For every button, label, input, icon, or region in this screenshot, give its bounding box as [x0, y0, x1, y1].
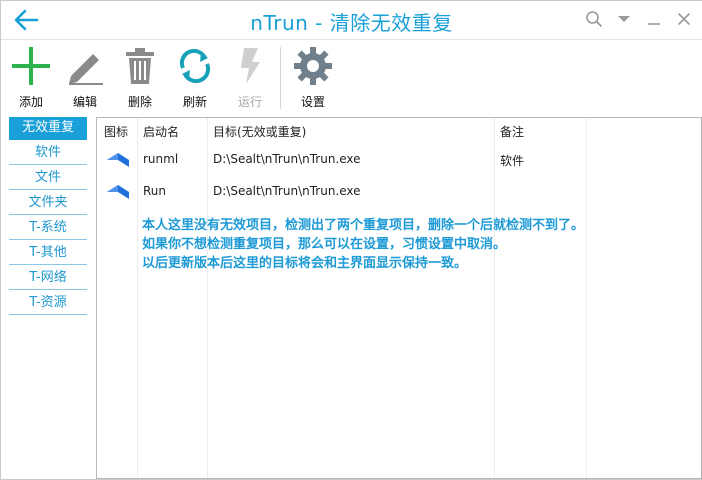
- note-line-3: 以后更新版本后这里的目标将会和主界面显示保持一致。: [142, 256, 468, 271]
- lightning-icon: [241, 48, 260, 84]
- title-bar: nTrun - 清除无效重复: [1, 1, 702, 39]
- close-button[interactable]: [674, 9, 694, 29]
- row-target: D:\Sealt\nTrun\nTrun.exe: [213, 152, 361, 166]
- column-header-icon[interactable]: 图标: [104, 123, 128, 140]
- app-launcher-icon: [107, 185, 129, 199]
- title-bar-controls: [584, 9, 694, 29]
- table-row[interactable]: runml D:\Sealt\nTrun\nTrun.exe 软件: [97, 144, 701, 176]
- close-icon: [678, 13, 690, 25]
- run-button[interactable]: 运行: [222, 43, 278, 113]
- sidebar-item-t-resources[interactable]: T-资源: [9, 292, 87, 315]
- sidebar-item-t-network[interactable]: T-网络: [9, 267, 87, 290]
- gear-icon: [294, 47, 332, 85]
- add-label: 添加: [18, 95, 43, 109]
- minimize-button[interactable]: [644, 9, 664, 29]
- edit-button[interactable]: 编辑: [57, 43, 113, 113]
- category-sidebar: 无效重复 软件 文件 文件夹 T-系统 T-其他 T-网络 T-资源: [9, 117, 87, 317]
- dropdown-icon: [618, 16, 630, 22]
- app-launcher-icon: [107, 153, 129, 167]
- menu-dropdown-button[interactable]: [614, 9, 634, 29]
- row-target: D:\Sealt\nTrun\nTrun.exe: [213, 184, 361, 198]
- sidebar-item-invalid-duplicates[interactable]: 无效重复: [9, 117, 87, 140]
- refresh-icon: [179, 48, 211, 84]
- column-header-target[interactable]: 目标(无效或重复): [213, 123, 306, 140]
- table-header: 图标 启动名 目标(无效或重复) 备注: [97, 118, 701, 142]
- trash-icon: [126, 48, 154, 84]
- row-note: 软件: [500, 154, 525, 168]
- delete-label: 删除: [127, 95, 152, 109]
- minimize-icon: [648, 23, 660, 25]
- column-header-note[interactable]: 备注: [500, 123, 524, 140]
- info-note: 本人这里没有无效项目，检测出了两个重复项目，删除一个后就检测不到了。 如果你不想…: [142, 216, 584, 273]
- edit-label: 编辑: [72, 95, 97, 109]
- note-line-1: 本人这里没有无效项目，检测出了两个重复项目，删除一个后就检测不到了。: [142, 218, 585, 233]
- run-label: 运行: [237, 95, 262, 109]
- title-divider: [1, 39, 702, 40]
- toolbar: 添加 编辑 删除 刷新 运行 设置: [1, 43, 702, 113]
- items-table: 图标 启动名 目标(无效或重复) 备注 runml D:\Sealt\nTrun…: [96, 117, 702, 479]
- sidebar-item-t-other[interactable]: T-其他: [9, 242, 87, 265]
- app-window: nTrun - 清除无效重复 添加 编辑 删除 刷新 运行 设置 无效重复 软件…: [0, 0, 702, 480]
- row-name: runml: [143, 152, 179, 166]
- sidebar-item-folders[interactable]: 文件夹: [9, 192, 87, 215]
- settings-label: 设置: [300, 95, 325, 109]
- sidebar-item-files[interactable]: 文件: [9, 167, 87, 190]
- column-header-name[interactable]: 启动名: [143, 123, 179, 140]
- pencil-icon: [69, 54, 103, 85]
- toolbar-separator: [280, 47, 281, 109]
- refresh-button[interactable]: 刷新: [167, 43, 223, 113]
- search-button[interactable]: [584, 9, 604, 29]
- sidebar-item-t-system[interactable]: T-系统: [9, 217, 87, 240]
- row-name: Run: [143, 184, 167, 198]
- search-icon: [586, 11, 602, 27]
- settings-button[interactable]: 设置: [285, 43, 341, 113]
- note-line-2: 如果你不想检测重复项目，那么可以在设置，习惯设置中取消。: [142, 237, 507, 252]
- sidebar-item-software[interactable]: 软件: [9, 142, 87, 165]
- plus-icon: [12, 47, 50, 85]
- refresh-label: 刷新: [182, 95, 207, 109]
- add-button[interactable]: 添加: [3, 43, 59, 113]
- table-row[interactable]: Run D:\Sealt\nTrun\nTrun.exe: [97, 176, 701, 208]
- delete-button[interactable]: 删除: [112, 43, 168, 113]
